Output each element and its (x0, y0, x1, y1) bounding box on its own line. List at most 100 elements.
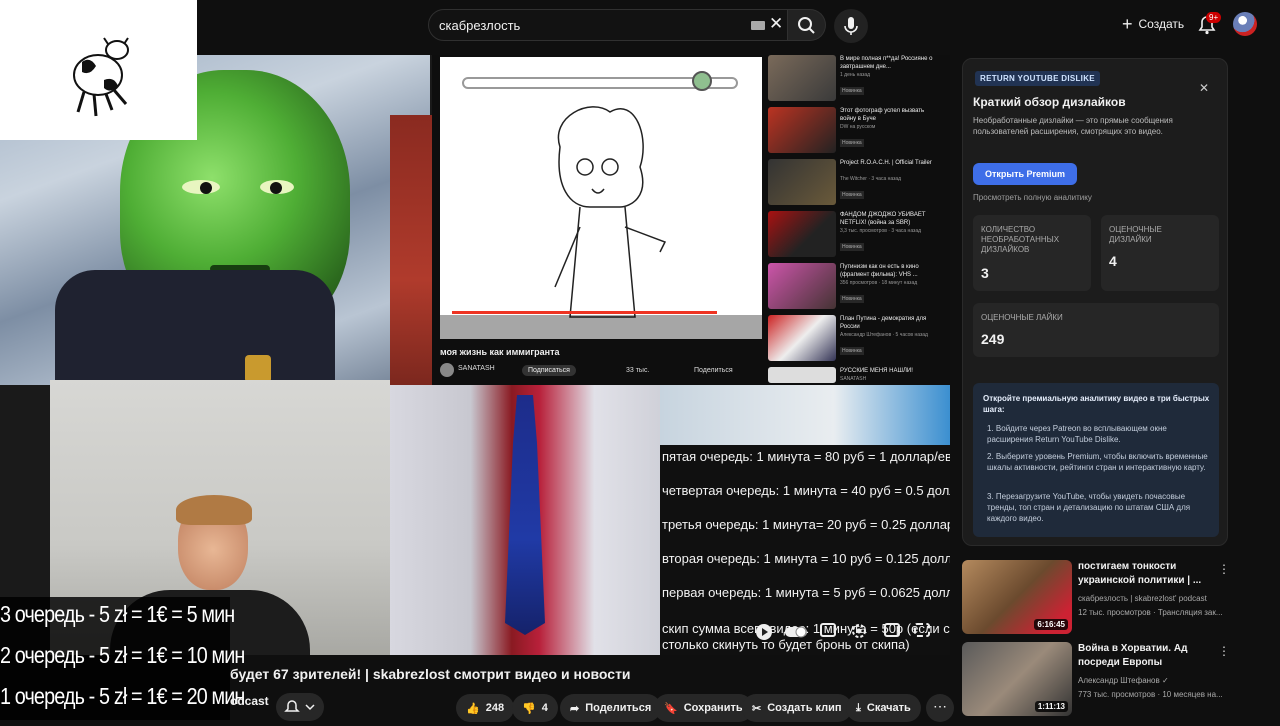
promo-step: 3. Перезагрузите YouTube, чтобы увидеть … (987, 492, 1191, 523)
clear-search-icon[interactable]: ✕ (769, 14, 783, 34)
download-button[interactable]: ⤓ Скачать (846, 694, 921, 722)
download-label: Скачать (866, 702, 911, 714)
video-thumbnail[interactable]: 1:11:13 (962, 642, 1072, 716)
side-video-item[interactable]: 1:11:13 Война в Хорватии. Ад посреди Евр… (962, 642, 1272, 718)
save-label: Сохранить (683, 702, 743, 714)
share-button[interactable]: ➦ Поделиться (560, 694, 662, 722)
rec-meta: 356 просмотров · 18 минут назад (840, 280, 918, 286)
subscription-bell-button[interactable] (276, 693, 324, 721)
rec-title: В мире полная п**да! Россияне о завтрашн… (840, 56, 933, 70)
rec-title: Project R.O.A.C.H. | Official Trailer (840, 160, 932, 166)
subtitles-icon[interactable] (820, 623, 836, 637)
inner-rec-item: РУССКИЕ МЕНЯ НАШЛИ! SANATASH (768, 367, 948, 385)
voice-search-button[interactable] (834, 9, 868, 43)
rec-title: Путинизм как он есть в кино (фрагмент фи… (840, 264, 919, 278)
queue-line: первая очередь: 1 минута = 5 руб = 0.062… (662, 585, 950, 600)
video-duration: 6:16:45 (1034, 619, 1068, 630)
autoplay-toggle-icon[interactable] (784, 625, 808, 639)
girl-sketch (554, 106, 667, 318)
dislike-button[interactable]: 👎 4 (512, 694, 558, 722)
queue-line: пятая очередь: 1 минута = 80 руб = 1 дол… (662, 449, 950, 464)
video-meta: 12 тыс. просмотров · Трансляция зак... (1078, 608, 1223, 617)
inner-youtube-screen: моя жизнь как иммигранта SANATASH Подпис… (432, 55, 950, 385)
miniplayer-icon[interactable] (884, 623, 900, 637)
video-duration: 1:11:13 (1034, 701, 1068, 712)
dislike-count: 4 (541, 702, 548, 714)
account-avatar[interactable] (1233, 12, 1257, 36)
create-label: Создать (1138, 17, 1185, 31)
raw-dislikes-stat: КОЛИЧЕСТВО НЕОБРАБОТАННЫХ ДИЗЛАЙКОВ 3 (973, 215, 1091, 291)
rec-title: ФАНДОМ ДЖОДЖО УБИВАЕТ NETFLIX! (война за… (840, 212, 926, 226)
full-analytics-link[interactable]: Просмотреть полную аналитику (973, 193, 1092, 202)
play-icon[interactable] (754, 622, 774, 642)
video-thumbnail[interactable]: 6:16:45 (962, 560, 1072, 634)
inner-rec-item: Project R.O.A.C.H. | Official Trailer Th… (768, 159, 948, 207)
create-button[interactable]: + Создать (1116, 11, 1190, 37)
settings-gear-icon[interactable] (850, 622, 868, 640)
inner-rec-item: В мире полная п**да! Россияне о завтрашн… (768, 55, 948, 103)
inner-rec-item: ФАНДОМ ДЖОДЖО УБИВАЕТ NETFLIX! (война за… (768, 211, 948, 259)
estimated-likes-stat: ОЦЕНОЧНЫЕ ЛАЙКИ 249 (973, 303, 1219, 357)
rec-thumbnail (768, 55, 836, 101)
more-vert-icon[interactable]: ⋮ (1218, 562, 1230, 576)
police-uniform (55, 270, 335, 390)
inner-subscribe-button: Подписаться (522, 365, 576, 376)
open-premium-button[interactable]: Открыть Premium (973, 163, 1078, 185)
rec-meta: Александр Штефанов · 5 часов назад (840, 332, 928, 338)
police-badge (245, 355, 271, 383)
save-button[interactable]: 🔖 Сохранить (654, 694, 753, 722)
search-input[interactable]: скабрезлость ✕ (428, 9, 788, 41)
estimated-dislikes-stat: ОЦЕНОЧНЫЕ ДИЗЛАЙКИ 4 (1101, 215, 1219, 291)
premium-promo: Откройте премиальную аналитику видео в т… (973, 383, 1219, 537)
rec-thumbnail (768, 315, 836, 361)
bell-icon (284, 700, 315, 712)
stat-value: 249 (981, 331, 1005, 347)
inner-share-button: Поделиться (694, 367, 733, 374)
rec-thumbnail (768, 159, 836, 205)
clip-button[interactable]: ✂ Создать клип (742, 694, 852, 722)
side-video-item[interactable]: 6:16:45 постигаем тонкости украинской по… (962, 560, 1272, 636)
promo-title: Откройте премиальную аналитику видео в т… (983, 394, 1210, 414)
rec-thumbnail (768, 211, 836, 257)
rec-title: Этот фотограф успел вызвать войну в Буче (840, 108, 925, 122)
video-title[interactable]: постигаем тонкости украинской политики |… (1078, 560, 1218, 588)
streamer-hair (176, 495, 252, 525)
scissors-icon: ✂ (752, 702, 762, 715)
rec-tag: Новинка (840, 139, 864, 147)
rec-meta: SANATASH (840, 376, 867, 382)
inner-channel-avatar (440, 363, 454, 377)
search-query[interactable]: скабрезлость (439, 18, 520, 33)
fullscreen-icon[interactable] (914, 623, 930, 637)
like-button[interactable]: 👍 248 (456, 694, 515, 722)
rec-tag: Новинка (840, 295, 864, 303)
cow-image (73, 37, 129, 117)
share-label: Поделиться (585, 702, 652, 714)
queue-line: вторая очередь: 1 минута = 10 руб = 0.12… (662, 551, 950, 566)
rydl-description: Необработанные дизлайки — это прямые соо… (973, 116, 1173, 136)
channel-name[interactable]: odcast (230, 694, 269, 708)
video-title[interactable]: Война в Хорватии. Ад посреди Европы (1078, 642, 1218, 670)
more-vert-icon[interactable]: ⋮ (1218, 644, 1230, 658)
plus-icon: + (1122, 14, 1133, 34)
video-player[interactable]: моя жизнь как иммигранта SANATASH Подпис… (0, 55, 950, 655)
search-button[interactable] (788, 9, 826, 41)
stat-value: 3 (981, 265, 989, 281)
video-meta: 773 тыс. просмотров · 10 месяцев на... (1078, 690, 1223, 699)
thumbs-down-icon: 👎 (522, 702, 536, 715)
keyboard-icon[interactable] (751, 21, 765, 30)
bookmark-icon: 🔖 (664, 702, 678, 715)
inner-video-title: моя жизнь как иммигранта (440, 347, 560, 357)
player-controls (750, 620, 950, 644)
rec-meta: The Witcher · 3 часа назад (840, 176, 902, 182)
like-count: 248 (485, 702, 505, 714)
rec-tag: Новинка (840, 191, 864, 199)
queue-line: четвертая очередь: 1 минута = 40 руб = 0… (662, 483, 950, 498)
rec-tag: Новинка (840, 87, 864, 95)
return-youtube-dislike-panel: RETURN YOUTUBE DISLIKE ✕ Краткий обзор д… (962, 58, 1228, 546)
rydl-title: Краткий обзор дизлайков (973, 95, 1126, 109)
more-dots-icon: ⋯ (933, 698, 947, 714)
drawing-canvas (440, 57, 762, 339)
stat-label: КОЛИЧЕСТВО НЕОБРАБОТАННЫХ ДИЗЛАЙКОВ (981, 225, 1060, 254)
more-actions-button[interactable]: ⋯ (926, 694, 954, 722)
close-icon[interactable]: ✕ (1199, 81, 1209, 95)
